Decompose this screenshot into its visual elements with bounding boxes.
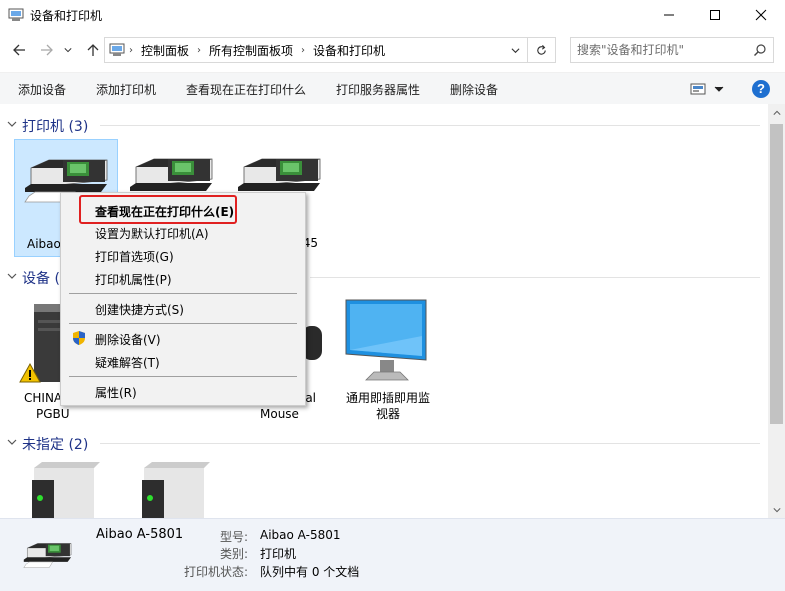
devices-printers-icon (109, 43, 125, 56)
search-icon[interactable] (753, 43, 767, 57)
scroll-down-button[interactable] (768, 501, 785, 518)
arrow-right-icon (41, 44, 53, 56)
search-box[interactable] (570, 37, 774, 63)
close-button[interactable] (738, 0, 784, 30)
maximize-icon (710, 10, 720, 20)
add-device-button[interactable]: 添加设备 (18, 81, 66, 98)
shield-icon (73, 331, 85, 345)
chevron-down-icon (64, 48, 72, 53)
view-icon (690, 83, 706, 95)
chevron-down-icon (7, 439, 17, 445)
group-divider (100, 125, 760, 126)
breadcrumb-separator-icon[interactable]: › (197, 45, 201, 56)
minimize-button[interactable] (646, 0, 692, 30)
see-printing-button[interactable]: 查看现在正在打印什么 (186, 81, 306, 98)
breadcrumb-devices-printers[interactable]: 设备和打印机 (313, 42, 385, 59)
unspecified-item-2[interactable] (124, 460, 228, 518)
chevron-down-icon (7, 121, 17, 127)
device-label: Mouse (260, 407, 299, 421)
chevron-up-icon (772, 110, 781, 115)
annotation-highlight-box (79, 195, 237, 224)
search-input[interactable] (577, 41, 747, 59)
device-label: 通用即插即用监 (345, 391, 430, 405)
details-model-value: Aibao A-5801 (260, 528, 341, 542)
breadcrumb-all-items[interactable]: 所有控制面板项 (209, 42, 293, 59)
details-status-label: 打印机状态: (183, 565, 248, 579)
breadcrumb-separator-icon[interactable]: › (301, 45, 305, 56)
group-title: 设备 ( (22, 271, 60, 287)
window-title: 设备和打印机 (30, 9, 103, 23)
group-header-unspecified[interactable]: 未指定 (2) (0, 432, 760, 454)
minimize-icon (664, 14, 674, 16)
menu-item-troubleshoot[interactable]: 疑难解答(T) (95, 354, 160, 371)
server-box-icon (142, 462, 210, 518)
chevron-down-icon (7, 273, 17, 279)
change-view-button[interactable] (690, 82, 730, 96)
menu-item-create-shortcut[interactable]: 创建快捷方式(S) (95, 301, 184, 318)
recent-locations-button[interactable] (62, 41, 74, 59)
menu-item-printing-preferences[interactable]: 打印首选项(G) (95, 248, 174, 265)
monitor-icon (345, 299, 427, 381)
group-divider (100, 443, 760, 444)
menu-item-remove-device[interactable]: 删除设备(V) (95, 331, 161, 348)
server-box-icon (32, 462, 100, 518)
menu-separator (69, 293, 297, 294)
help-button[interactable]: ? (752, 80, 770, 98)
group-header-printers[interactable]: 打印机 (3) (0, 114, 760, 136)
arrow-left-icon (13, 44, 25, 56)
breadcrumb: › 控制面板 › 所有控制面板项 › 设备和打印机 (129, 38, 385, 62)
breadcrumb-separator-icon[interactable]: › (129, 45, 133, 56)
device-label: PGBU (36, 407, 70, 421)
details-model-label: 型号: (219, 530, 248, 544)
scroll-thumb[interactable] (770, 124, 783, 424)
group-divider (310, 277, 760, 278)
printer-icon (23, 543, 72, 568)
back-button[interactable] (10, 41, 28, 59)
chevron-down-icon (714, 86, 724, 92)
address-bar[interactable]: › 控制面板 › 所有控制面板项 › 设备和打印机 (104, 37, 528, 63)
scroll-up-button[interactable] (768, 104, 785, 121)
print-server-properties-button[interactable]: 打印服务器属性 (336, 81, 420, 98)
context-menu: 查看现在正在打印什么(E) 设置为默认打印机(A) 打印首选项(G) 打印机属性… (60, 192, 306, 406)
maximize-button[interactable] (692, 0, 738, 30)
chevron-down-icon (772, 507, 781, 512)
details-category-label: 类别: (219, 547, 248, 561)
chevron-down-icon (511, 47, 519, 53)
title-bar: 设备和打印机 (0, 0, 785, 30)
vertical-scrollbar[interactable] (768, 104, 785, 518)
menu-separator (69, 376, 297, 377)
refresh-icon (537, 44, 546, 55)
details-pane: Aibao A-5801 型号: Aibao A-5801 类别: 打印机 打印… (0, 518, 785, 591)
navigation-bar: › 控制面板 › 所有控制面板项 › 设备和打印机 (0, 33, 785, 67)
menu-item-printer-properties[interactable]: 打印机属性(P) (95, 271, 172, 288)
group-title: 打印机 (3) (22, 119, 89, 135)
unspecified-item-1[interactable] (14, 460, 118, 518)
menu-separator (69, 323, 297, 324)
forward-button[interactable] (38, 41, 56, 59)
device-item-monitor[interactable]: 通用即插即用监 视器 (336, 296, 440, 426)
device-label: 视器 (375, 407, 400, 421)
command-bar: 添加设备 添加打印机 查看现在正在打印什么 打印服务器属性 删除设备 ? (0, 72, 785, 104)
menu-item-set-default[interactable]: 设置为默认打印机(A) (95, 225, 209, 242)
address-dropdown-button[interactable] (507, 42, 523, 58)
group-title: 未指定 (2) (22, 437, 89, 453)
arrow-up-icon (87, 44, 99, 56)
details-status-value: 队列中有 0 个文档 (260, 565, 360, 579)
refresh-button[interactable] (528, 37, 556, 63)
up-button[interactable] (84, 41, 102, 59)
breadcrumb-control-panel[interactable]: 控制面板 (141, 42, 189, 59)
devices-printers-icon (8, 8, 24, 21)
remove-device-button[interactable]: 删除设备 (450, 81, 498, 98)
add-printer-button[interactable]: 添加打印机 (96, 81, 156, 98)
close-icon (755, 9, 767, 21)
menu-item-properties[interactable]: 属性(R) (95, 384, 137, 401)
details-category-value: 打印机 (260, 547, 297, 561)
